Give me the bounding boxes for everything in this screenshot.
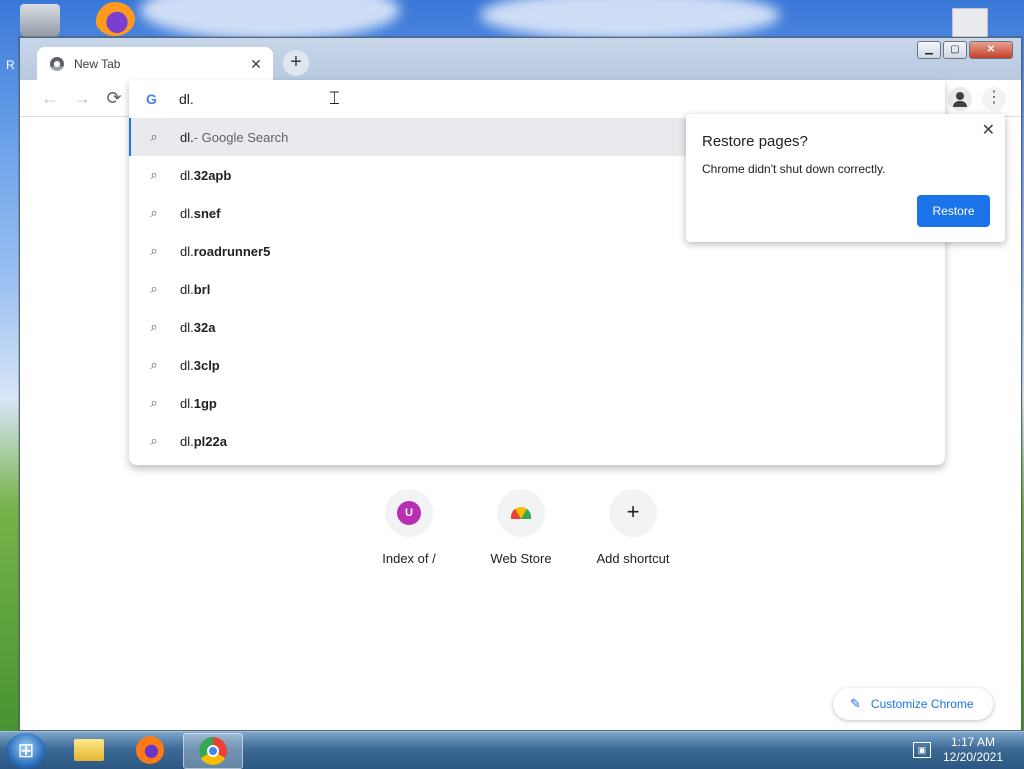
pencil-icon: ✎	[850, 696, 861, 711]
restore-pages-bubble: Restore pages? Chrome didn't shut down c…	[686, 114, 1005, 242]
search-icon: ⌕	[150, 433, 158, 448]
explorer-icon	[74, 739, 104, 761]
clock-time: 1:17 AM	[950, 735, 996, 749]
suggestion-item[interactable]: ⌕ dl. 3clp	[129, 346, 945, 384]
shortcut-tile: U	[385, 489, 433, 537]
omnibox-input-row: G ⌶	[129, 80, 945, 118]
chrome-icon	[199, 737, 227, 765]
shortcut-tile	[497, 489, 545, 537]
restore-button[interactable]: Restore	[917, 195, 990, 227]
suggestion-completion: 32a	[193, 319, 216, 335]
suggestion-completion: brl	[193, 281, 211, 297]
desktop-firefox-icon[interactable]	[95, 2, 135, 36]
customize-chrome-button[interactable]: ✎ Customize Chrome	[833, 688, 993, 720]
start-button[interactable]	[6, 733, 46, 769]
close-window-button[interactable]: ✕	[969, 41, 1013, 59]
clock-date: 12/20/2021	[942, 750, 1004, 764]
shortcut-web-store[interactable]: Web Store	[465, 489, 577, 566]
bubble-title: Restore pages?	[702, 133, 808, 150]
firefox-icon	[136, 736, 164, 764]
system-clock[interactable]: 1:17 AM 12/20/2021	[937, 735, 1009, 765]
back-button[interactable]: ←	[38, 86, 62, 110]
suggestion-desc: - Google Search	[193, 129, 289, 145]
search-icon: ⌕	[150, 129, 158, 144]
network-icon[interactable]: ▣	[913, 742, 931, 758]
web-store-icon	[511, 507, 531, 519]
suggestion-prefix: dl.	[180, 395, 194, 411]
customize-label: Customize Chrome	[870, 697, 974, 711]
bubble-message: Chrome didn't shut down correctly.	[702, 162, 886, 176]
close-icon[interactable]: ✕	[982, 120, 995, 140]
chrome-window: New Tab ✕ + ▁ ▢ ✕ ← → ⟳ ⋮ U Index of / W…	[19, 37, 1022, 731]
suggestion-prefix: dl.	[180, 357, 194, 373]
profile-icon[interactable]	[948, 87, 972, 111]
desktop-cloud	[480, 0, 780, 40]
tab-new-tab[interactable]: New Tab ✕	[37, 47, 273, 80]
chrome-favicon-icon	[50, 56, 64, 71]
google-g-icon: G	[146, 91, 157, 107]
window-controls: ▁ ▢ ✕	[917, 41, 1013, 59]
taskbar-firefox[interactable]	[121, 733, 179, 767]
suggestion-prefix: dl.	[180, 205, 194, 221]
taskbar-explorer[interactable]	[60, 733, 118, 767]
suggestion-completion: snef	[193, 205, 221, 221]
search-icon: ⌕	[150, 319, 158, 334]
suggestion-item[interactable]: ⌕ dl. 1gp	[129, 384, 945, 422]
suggestion-prefix: dl.	[180, 129, 194, 145]
suggestion-completion: 1gp	[193, 395, 217, 411]
avatar: U	[397, 501, 421, 525]
search-icon: ⌕	[150, 205, 158, 220]
suggestion-prefix: dl.	[180, 319, 194, 335]
suggestion-prefix: dl.	[180, 167, 194, 183]
menu-kebab-icon[interactable]: ⋮	[982, 87, 1006, 111]
suggestion-item[interactable]: ⌕ dl. 32a	[129, 308, 945, 346]
shortcut-index-of[interactable]: U Index of /	[353, 489, 465, 566]
search-icon: ⌕	[150, 243, 158, 258]
taskbar: ▣ 1:17 AM 12/20/2021	[0, 731, 1024, 769]
suggestion-completion: 3clp	[193, 357, 220, 373]
suggestion-completion: pl22a	[193, 433, 227, 449]
suggestion-prefix: dl.	[180, 281, 194, 297]
shortcut-label: Web Store	[490, 551, 552, 566]
search-icon: ⌕	[150, 395, 158, 410]
desktop-icon-label: R	[6, 58, 15, 72]
minimize-button[interactable]: ▁	[917, 41, 941, 59]
desktop-cloud	[140, 0, 400, 40]
tab-title: New Tab	[74, 56, 121, 71]
suggestion-prefix: dl.	[180, 433, 194, 449]
shortcut-add[interactable]: + Add shortcut	[577, 489, 689, 566]
suggestion-item[interactable]: ⌕ dl. brl	[129, 270, 945, 308]
reload-button[interactable]: ⟳	[102, 86, 126, 110]
shortcut-tile: +	[609, 489, 657, 537]
suggestion-completion: roadrunner5	[193, 243, 271, 259]
new-tab-button[interactable]: +	[283, 50, 309, 76]
maximize-button[interactable]: ▢	[943, 41, 967, 59]
shortcut-label: Index of /	[382, 551, 436, 566]
search-icon: ⌕	[150, 357, 158, 372]
search-icon: ⌕	[150, 167, 158, 182]
search-icon: ⌕	[150, 281, 158, 296]
suggestion-prefix: dl.	[180, 243, 194, 259]
forward-button[interactable]: →	[70, 86, 94, 110]
tab-close-icon[interactable]: ✕	[247, 55, 265, 73]
shortcut-label: Add shortcut	[596, 551, 670, 566]
taskbar-chrome[interactable]	[183, 733, 243, 769]
suggestion-item[interactable]: ⌕ dl. pl22a	[129, 422, 945, 460]
suggestion-completion: 32apb	[193, 167, 232, 183]
recycle-bin-icon[interactable]	[20, 4, 60, 38]
text-cursor-icon: ⌶	[329, 88, 340, 108]
plus-icon: +	[626, 499, 640, 524]
tab-strip: New Tab ✕ + ▁ ▢ ✕	[20, 38, 1021, 80]
